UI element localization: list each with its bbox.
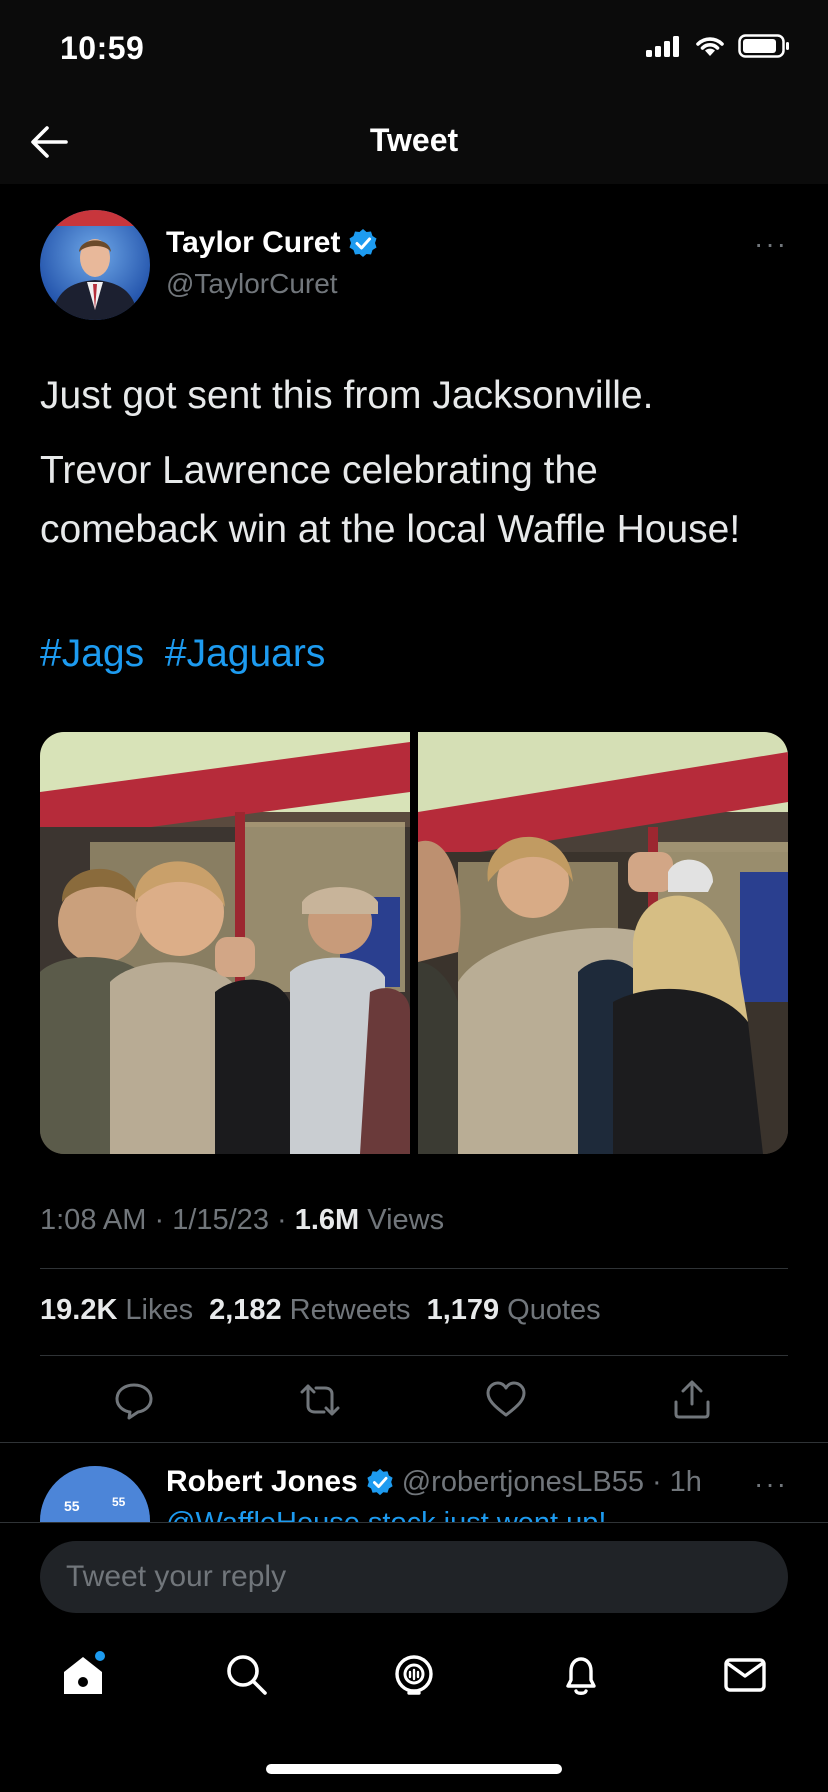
spaces-icon[interactable] — [389, 1650, 439, 1700]
reply-author-name: Robert Jones — [166, 1465, 358, 1498]
tweet-photo[interactable] — [418, 732, 788, 1154]
more-options-icon[interactable]: ··· — [754, 228, 788, 260]
verified-badge-icon — [367, 1468, 393, 1496]
media-grid — [40, 732, 788, 1154]
verified-badge-icon — [349, 229, 377, 257]
tweet-text: Just got sent this from Jacksonville. Tr… — [40, 366, 780, 574]
status-bar: 10:59 — [0, 0, 828, 100]
svg-text:55: 55 — [112, 1495, 126, 1509]
tweet-meta: 1:08 AM · 1/15/23 · 1.6M Views — [40, 1204, 444, 1237]
quotes-label: Quotes — [507, 1294, 601, 1326]
status-icons — [646, 34, 790, 58]
tweet-text-line: Just got sent this from Jacksonville. — [40, 374, 654, 417]
author-handle[interactable]: @TaylorCuret — [166, 268, 338, 300]
meta-separator: · — [277, 1204, 295, 1236]
views-label: Views — [367, 1204, 445, 1236]
author-name[interactable]: Taylor Curet — [166, 226, 378, 260]
reply-age: 1h — [669, 1465, 702, 1498]
reply-input[interactable] — [40, 1541, 788, 1613]
tweet-photo[interactable] — [40, 732, 410, 1154]
author-avatar[interactable] — [40, 210, 150, 320]
retweets-label: Retweets — [289, 1294, 411, 1326]
home-indicator — [266, 1764, 562, 1774]
divider — [0, 1442, 828, 1443]
reply-author-handle: @robertjonesLB55 — [401, 1465, 644, 1498]
tweet-actions — [40, 1378, 788, 1428]
search-icon[interactable] — [222, 1650, 272, 1700]
hashtag-link[interactable]: #Jags — [40, 632, 144, 675]
retweet-icon[interactable] — [298, 1378, 342, 1422]
svg-text:55: 55 — [64, 1498, 80, 1514]
divider — [40, 1355, 788, 1356]
divider — [40, 1268, 788, 1269]
tweet-text-line: Trevor Lawrence celebrating the comeback… — [40, 449, 741, 551]
tweet-stats: 19.2K Likes 2,182 Retweets 1,179 Quotes — [40, 1294, 601, 1327]
hashtags: #Jags #Jaguars — [40, 632, 335, 676]
likes-count: 19.2K — [40, 1294, 118, 1326]
home-icon[interactable] — [58, 1650, 108, 1700]
signal-icon — [646, 36, 679, 57]
status-time: 10:59 — [60, 30, 145, 66]
page-title: Tweet — [369, 122, 459, 158]
meta-separator: · — [154, 1204, 173, 1236]
retweets-count: 2,182 — [209, 1294, 282, 1326]
reply-more-options-icon[interactable]: ··· — [754, 1468, 788, 1500]
reply-author[interactable]: Robert Jones @robertjonesLB55 · 1h — [166, 1465, 702, 1499]
quotes-count: 1,179 — [426, 1294, 500, 1326]
notifications-bell-icon[interactable] — [556, 1650, 606, 1700]
tweet-date: 1/15/23 — [172, 1204, 269, 1236]
hashtag-link[interactable]: #Jaguars — [165, 632, 325, 675]
wifi-icon — [696, 37, 724, 56]
likes-label: Likes — [125, 1294, 194, 1326]
likes-stat[interactable]: 19.2K Likes — [40, 1294, 193, 1327]
retweets-stat[interactable]: 2,182 Retweets — [209, 1294, 410, 1327]
compose-reply-bar — [0, 1522, 828, 1622]
quotes-stat[interactable]: 1,179 Quotes — [427, 1294, 601, 1327]
views-count: 1.6M — [294, 1204, 360, 1236]
nav-header: Tweet — [0, 100, 828, 184]
reply-text[interactable]: @WaffleHouse stock just went up! — [166, 1505, 606, 1523]
tweet-time: 1:08 AM — [40, 1204, 147, 1236]
author-name-text: Taylor Curet — [166, 226, 341, 259]
like-heart-icon[interactable] — [484, 1378, 528, 1422]
messages-envelope-icon[interactable] — [720, 1650, 770, 1700]
battery-icon — [738, 34, 789, 58]
reply-separator: · — [651, 1465, 662, 1498]
reply-icon[interactable] — [112, 1378, 156, 1422]
share-icon[interactable] — [670, 1378, 714, 1422]
